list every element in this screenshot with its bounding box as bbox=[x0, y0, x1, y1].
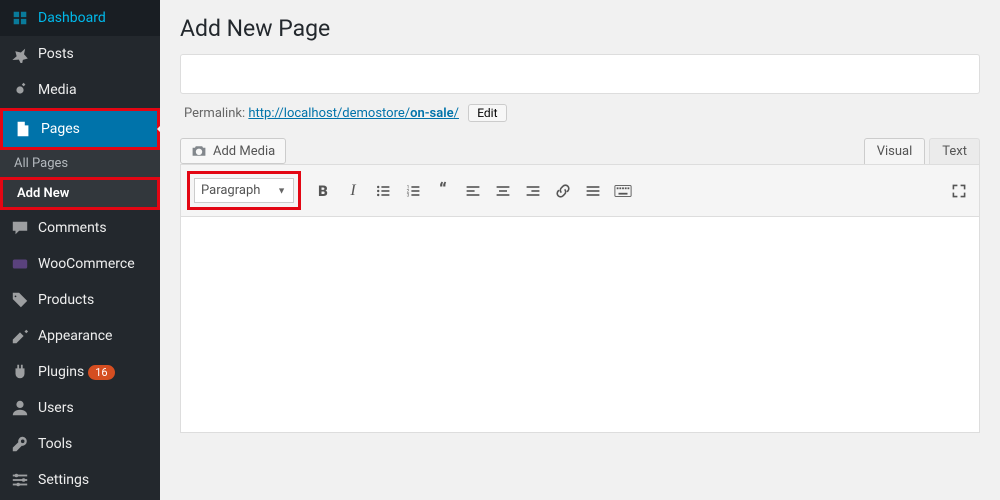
sidebar-item-woocommerce[interactable]: WooCommerce bbox=[0, 246, 160, 282]
admin-sidebar: Dashboard Posts Media Pages All Pages Ad… bbox=[0, 0, 160, 500]
permalink-row: Permalink: http://localhost/demostore/on… bbox=[180, 94, 980, 132]
sidebar-item-products[interactable]: Products bbox=[0, 282, 160, 318]
keyboard-icon bbox=[614, 183, 632, 199]
more-icon bbox=[585, 183, 601, 199]
sidebar-label: Tools bbox=[38, 436, 72, 452]
more-button[interactable] bbox=[579, 177, 607, 205]
pages-icon bbox=[13, 119, 33, 139]
page-title: Add New Page bbox=[180, 15, 980, 42]
number-list-button[interactable]: 123 bbox=[399, 177, 427, 205]
fullscreen-icon bbox=[951, 183, 967, 199]
bullet-list-icon bbox=[375, 183, 391, 199]
link-icon bbox=[555, 183, 571, 199]
woo-icon bbox=[10, 254, 30, 274]
format-select[interactable]: Paragraph bbox=[194, 178, 294, 203]
align-center-button[interactable] bbox=[489, 177, 517, 205]
permalink-link[interactable]: http://localhost/demostore/on-sale/ bbox=[248, 106, 459, 121]
dashboard-icon bbox=[10, 8, 30, 28]
link-button[interactable] bbox=[549, 177, 577, 205]
sidebar-item-comments[interactable]: Comments bbox=[0, 210, 160, 246]
editor-toolbar: Paragraph B I 123 “ bbox=[181, 165, 979, 217]
tools-icon bbox=[10, 434, 30, 454]
align-left-button[interactable] bbox=[459, 177, 487, 205]
sidebar-subitem-label: All Pages bbox=[14, 156, 68, 171]
quote-icon: “ bbox=[439, 180, 447, 201]
toolbar-toggle-button[interactable] bbox=[609, 177, 637, 205]
italic-button[interactable]: I bbox=[339, 177, 367, 205]
tab-text[interactable]: Text bbox=[929, 138, 980, 164]
sidebar-label: Posts bbox=[38, 46, 74, 62]
editor: Paragraph B I 123 “ bbox=[180, 164, 980, 433]
plugin-icon bbox=[10, 362, 30, 382]
add-media-label: Add Media bbox=[213, 144, 275, 159]
comment-icon bbox=[10, 218, 30, 238]
sidebar-label: Media bbox=[38, 82, 77, 98]
product-icon bbox=[10, 290, 30, 310]
media-icon bbox=[10, 80, 30, 100]
bold-icon: B bbox=[318, 182, 328, 200]
sidebar-subitem-add-new[interactable]: Add New bbox=[0, 177, 160, 210]
sidebar-label: Products bbox=[38, 292, 94, 308]
bullet-list-button[interactable] bbox=[369, 177, 397, 205]
align-left-icon bbox=[465, 183, 481, 199]
tab-visual[interactable]: Visual bbox=[864, 138, 926, 164]
permalink-label: Permalink: bbox=[184, 106, 245, 121]
italic-icon: I bbox=[350, 182, 355, 200]
sidebar-label: Users bbox=[38, 400, 74, 416]
settings-icon bbox=[10, 470, 30, 490]
format-highlight: Paragraph bbox=[187, 171, 301, 210]
sidebar-label: Comments bbox=[38, 220, 107, 236]
sidebar-subitem-label: Add New bbox=[17, 186, 69, 201]
fullscreen-button[interactable] bbox=[945, 177, 973, 205]
sidebar-label: Pages bbox=[41, 121, 80, 137]
users-icon bbox=[10, 398, 30, 418]
sidebar-subitem-all-pages[interactable]: All Pages bbox=[0, 150, 160, 177]
sidebar-label: Dashboard bbox=[38, 10, 106, 26]
sidebar-item-dashboard[interactable]: Dashboard bbox=[0, 0, 160, 36]
align-right-button[interactable] bbox=[519, 177, 547, 205]
sidebar-item-pages[interactable]: Pages bbox=[0, 108, 160, 150]
bold-button[interactable]: B bbox=[309, 177, 337, 205]
post-title-input[interactable] bbox=[180, 54, 980, 94]
main-content: Add New Page Permalink: http://localhost… bbox=[160, 0, 1000, 500]
sidebar-item-media[interactable]: Media bbox=[0, 72, 160, 108]
editor-tabs: Visual Text bbox=[864, 138, 980, 164]
sidebar-label: Settings bbox=[38, 472, 89, 488]
sidebar-item-settings[interactable]: Settings bbox=[0, 462, 160, 498]
edit-slug-button[interactable]: Edit bbox=[468, 104, 506, 122]
editor-content-area[interactable] bbox=[181, 217, 979, 432]
align-right-icon bbox=[525, 183, 541, 199]
camera-icon bbox=[191, 143, 207, 159]
sidebar-item-plugins[interactable]: Plugins 16 bbox=[0, 354, 160, 390]
quote-button[interactable]: “ bbox=[429, 177, 457, 205]
pin-icon bbox=[10, 44, 30, 64]
plugin-badge: 16 bbox=[88, 365, 114, 380]
sidebar-item-tools[interactable]: Tools bbox=[0, 426, 160, 462]
svg-text:3: 3 bbox=[407, 192, 410, 198]
add-media-button[interactable]: Add Media bbox=[180, 138, 286, 164]
number-list-icon: 123 bbox=[405, 183, 421, 199]
align-center-icon bbox=[495, 183, 511, 199]
sidebar-item-posts[interactable]: Posts bbox=[0, 36, 160, 72]
sidebar-item-appearance[interactable]: Appearance bbox=[0, 318, 160, 354]
sidebar-label: Plugins bbox=[38, 364, 84, 380]
appearance-icon bbox=[10, 326, 30, 346]
sidebar-item-users[interactable]: Users bbox=[0, 390, 160, 426]
sidebar-label: WooCommerce bbox=[38, 256, 135, 272]
sidebar-label: Appearance bbox=[38, 328, 112, 344]
